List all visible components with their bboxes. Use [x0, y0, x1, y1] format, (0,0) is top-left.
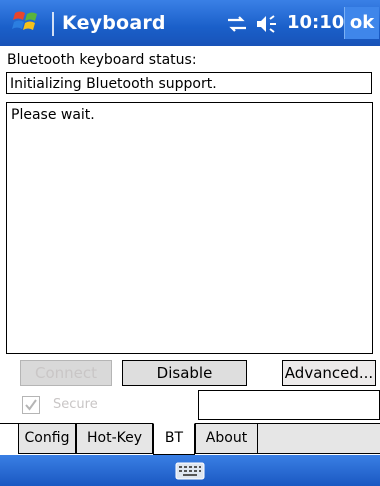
tab-bt[interactable]: BT	[153, 423, 195, 455]
windows-start-icon[interactable]	[12, 9, 42, 35]
status-label: Bluetooth keyboard status:	[7, 52, 197, 68]
status-field: Initializing Bluetooth support.	[6, 72, 372, 94]
secure-input[interactable]	[198, 390, 380, 420]
tab-config[interactable]: Config	[18, 424, 76, 454]
log-text: Please wait.	[11, 107, 95, 123]
ok-button[interactable]: ok	[344, 7, 379, 39]
clock[interactable]: 10:10	[287, 12, 344, 34]
bottom-bar	[0, 455, 380, 486]
tab-hot-key[interactable]: Hot-Key	[76, 424, 153, 454]
secure-label: Secure	[53, 397, 98, 412]
secure-checkbox[interactable]	[22, 396, 40, 414]
checkmark-icon	[25, 399, 37, 411]
title-bar: Keyboard 10:10 ok	[0, 0, 380, 46]
title-separator	[52, 12, 54, 36]
advanced-button[interactable]: Advanced...	[282, 360, 376, 386]
tab-about[interactable]: About	[195, 424, 258, 454]
tab-bar-filler	[258, 424, 380, 454]
volume-icon[interactable]	[255, 13, 281, 35]
disable-button[interactable]: Disable	[122, 360, 247, 386]
keyboard-icon[interactable]	[175, 462, 205, 480]
window-title: Keyboard	[62, 12, 166, 34]
log-area[interactable]: Please wait.	[6, 102, 373, 354]
tab-bar: Config Hot-Key BT About	[0, 423, 380, 455]
connectivity-icon[interactable]	[226, 14, 248, 34]
connect-button[interactable]: Connect	[20, 360, 112, 386]
